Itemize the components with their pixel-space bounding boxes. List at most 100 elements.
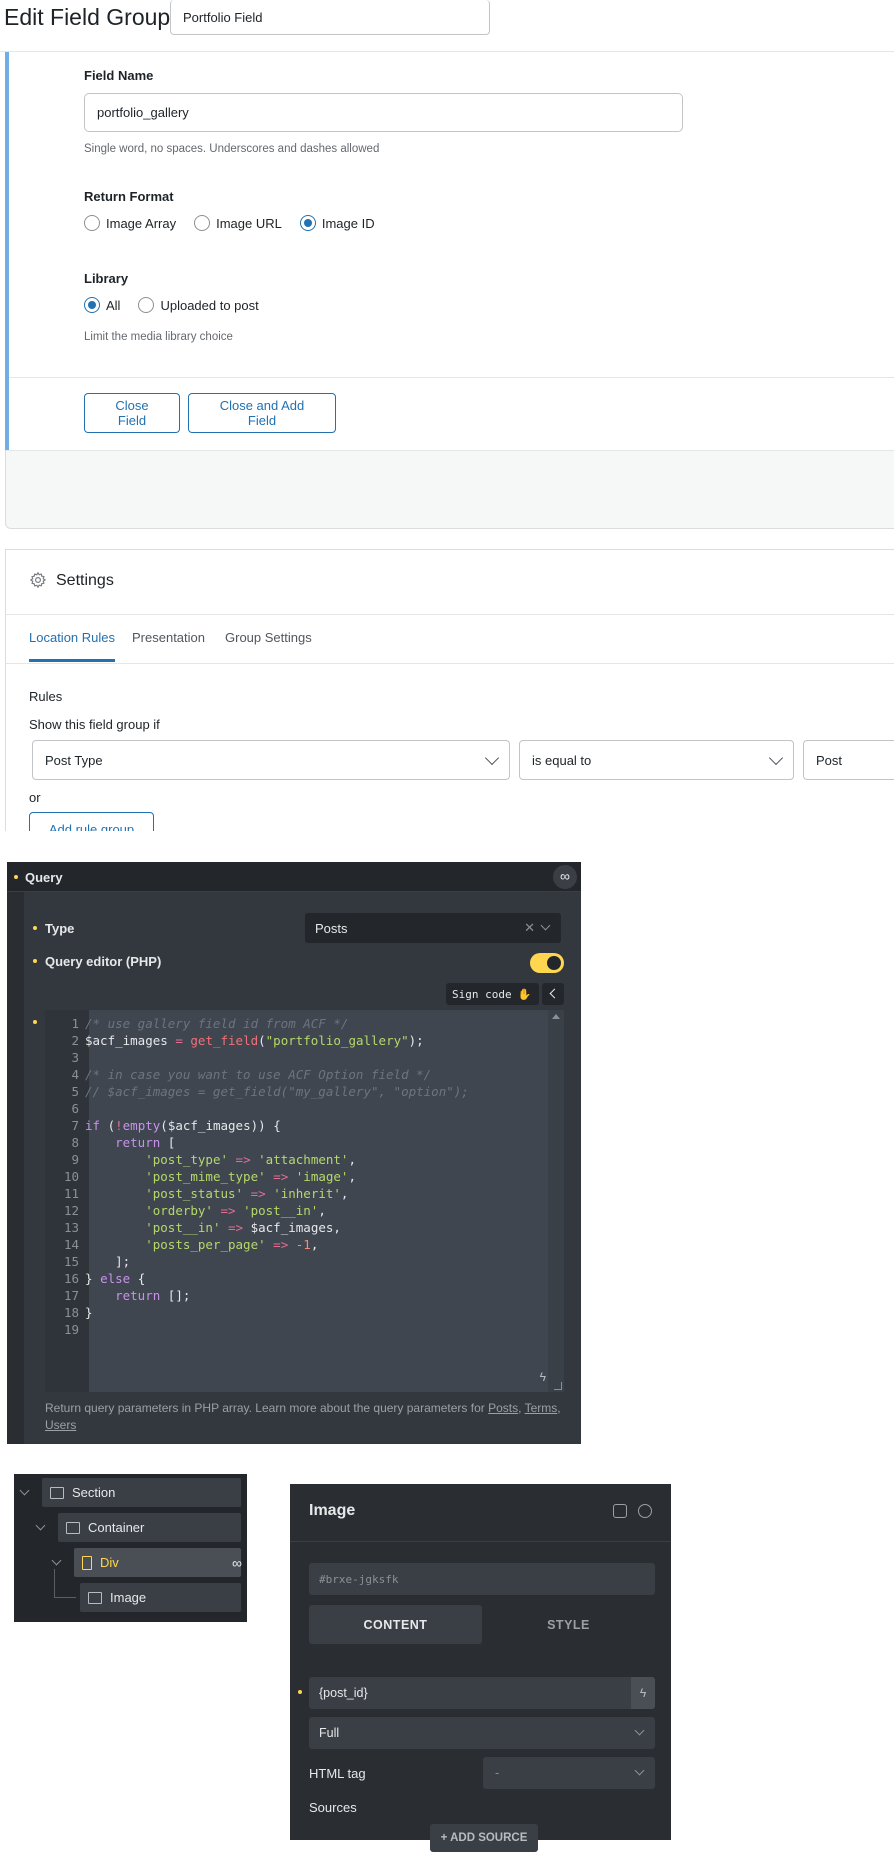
structure-item-container[interactable]: Container: [58, 1513, 241, 1542]
changed-indicator-dot: [33, 1020, 37, 1024]
divider: [9, 377, 894, 378]
code-lines: 1 /* use gallery field id from ACF */ 2 $ac…: [45, 1015, 545, 1338]
query-editor-label: Query editor (PHP): [45, 954, 162, 969]
section-icon: [50, 1486, 64, 1499]
close-and-add-field-button[interactable]: Close and Add Field: [188, 393, 336, 433]
select-value: Post: [816, 752, 843, 768]
radio-label: Image ID: [321, 215, 375, 231]
hand-icon: ✋: [517, 987, 532, 1001]
radio-library-all[interactable]: All: [84, 297, 120, 313]
query-type-select[interactable]: Posts ✕: [305, 913, 561, 943]
infinity-loop-icon[interactable]: ∞: [553, 865, 577, 889]
image-source-input[interactable]: {post_id} ϟ: [309, 1677, 655, 1709]
line-number: 13: [63, 1220, 79, 1235]
query-title: Query: [25, 870, 63, 885]
library-help: Limit the media library choice: [84, 331, 233, 343]
chevron-down-icon: [768, 750, 784, 765]
link-terms[interactable]: Terms: [525, 1401, 558, 1415]
chevron-left-icon[interactable]: [542, 983, 564, 1005]
chevron-down-icon: [634, 1765, 645, 1776]
help-text: Return query parameters in PHP array. Le…: [45, 1401, 485, 1415]
radio-image-id[interactable]: Image ID: [299, 215, 375, 231]
radio-circle[interactable]: [138, 297, 155, 313]
badge-icon[interactable]: [638, 1504, 652, 1518]
close-field-button[interactable]: Close Field: [84, 393, 180, 433]
tab-content[interactable]: CONTENT: [309, 1605, 482, 1644]
library-label: Library: [84, 271, 129, 286]
html-tag-select[interactable]: -: [483, 1757, 655, 1789]
radio-circle[interactable]: [194, 215, 211, 231]
chevron-down-icon[interactable]: [19, 1485, 30, 1496]
code-scrollbar[interactable]: [548, 1010, 564, 1392]
code-text: 'post_status' => 'inherit',: [145, 1186, 349, 1201]
line-number: 16: [63, 1271, 79, 1286]
code-line: 19: [45, 1321, 545, 1338]
scroll-up-icon[interactable]: [552, 1014, 560, 1019]
chevron-down-icon[interactable]: [35, 1520, 46, 1531]
code-line: 12 'orderby' => 'post__in',: [45, 1202, 545, 1219]
add-source-button[interactable]: + ADD SOURCE: [430, 1824, 538, 1852]
tree-connector: [54, 1569, 76, 1598]
code-line: 4 /* in case you want to use ACF Option f…: [45, 1066, 545, 1083]
radio-circle-checked[interactable]: [299, 215, 316, 231]
code-line: 17 return [];: [45, 1287, 545, 1304]
php-code-editor[interactable]: 1 /* use gallery field id from ACF */ 2 $ac…: [45, 1010, 564, 1392]
container-icon: [66, 1521, 80, 1534]
radio-image-url[interactable]: Image URL: [194, 215, 282, 231]
infinity-loop-icon[interactable]: ∞: [232, 1555, 242, 1571]
add-rule-group-button[interactable]: Add rule group: [29, 812, 154, 831]
field-settings-panel: Field Name Single word, no spaces. Under…: [5, 52, 894, 450]
link-users[interactable]: Users: [45, 1418, 76, 1432]
select-value: Full: [319, 1726, 340, 1740]
chevron-down-icon[interactable]: [51, 1555, 62, 1566]
image-size-select[interactable]: Full: [309, 1717, 655, 1749]
rule-operator-select[interactable]: is equal to: [519, 740, 794, 780]
sign-code-button[interactable]: Sign code ✋: [446, 983, 539, 1005]
field-group-title-input[interactable]: [170, 0, 490, 35]
radio-label: Image Array: [106, 215, 177, 231]
code-line: 9 'post_type' => 'attachment',: [45, 1151, 545, 1168]
line-number: 14: [63, 1237, 79, 1252]
radio-image-array[interactable]: Image Array: [84, 215, 176, 231]
field-list-footer: [5, 450, 894, 529]
radio-circle-checked[interactable]: [84, 297, 100, 313]
element-id-input[interactable]: #brxe-jgksfk: [309, 1563, 655, 1595]
chevron-down-icon: [540, 920, 551, 931]
select-value: Post Type: [45, 752, 103, 768]
link-posts[interactable]: Posts: [488, 1401, 518, 1415]
code-text: 'posts_per_page' => -1,: [145, 1237, 319, 1252]
code-line: 11 'post_status' => 'inherit',: [45, 1185, 545, 1202]
tab-location-rules[interactable]: Location Rules: [29, 630, 115, 662]
structure-item-label: Container: [88, 1520, 145, 1535]
code-line: 6: [45, 1100, 545, 1117]
code-text: 'orderby' => 'post__in',: [145, 1203, 326, 1218]
radio-library-uploaded[interactable]: Uploaded to post: [138, 297, 259, 313]
query-editor-toggle[interactable]: [530, 953, 564, 973]
code-text: 'post_mime_type' => 'image',: [145, 1169, 356, 1184]
query-header[interactable]: Query ∞: [7, 862, 581, 892]
layout-icon[interactable]: [613, 1504, 627, 1518]
rule-value-select[interactable]: Post: [803, 740, 894, 780]
radio-circle[interactable]: [84, 215, 100, 231]
line-number: 17: [63, 1288, 79, 1303]
field-name-input[interactable]: [84, 93, 683, 132]
tab-presentation[interactable]: Presentation: [132, 630, 205, 659]
tab-style[interactable]: STYLE: [482, 1605, 655, 1644]
element-title: Image: [309, 1502, 356, 1519]
image-element-panel: Image #brxe-jgksfk CONTENT STYLE {post_i…: [290, 1484, 671, 1852]
sign-code-label: Sign code: [452, 987, 512, 1001]
code-line: 13 'post__in' => $acf_images,: [45, 1219, 545, 1236]
library-options: All Uploaded to post: [84, 297, 277, 313]
dynamic-data-icon[interactable]: ϟ: [540, 1370, 546, 1384]
close-icon[interactable]: ✕: [524, 920, 535, 936]
structure-item-image[interactable]: Image: [80, 1583, 241, 1612]
structure-item-div[interactable]: Div: [74, 1548, 241, 1577]
structure-item-label: Div: [100, 1555, 119, 1570]
line-number: 18: [63, 1305, 79, 1320]
tab-group-settings[interactable]: Group Settings: [225, 630, 312, 659]
resize-handle-icon[interactable]: [554, 1382, 562, 1390]
structure-item-section[interactable]: Section: [42, 1478, 241, 1507]
changed-indicator-dot: [33, 926, 37, 930]
dynamic-data-icon[interactable]: ϟ: [631, 1677, 655, 1709]
rule-param-select[interactable]: Post Type: [32, 740, 510, 780]
